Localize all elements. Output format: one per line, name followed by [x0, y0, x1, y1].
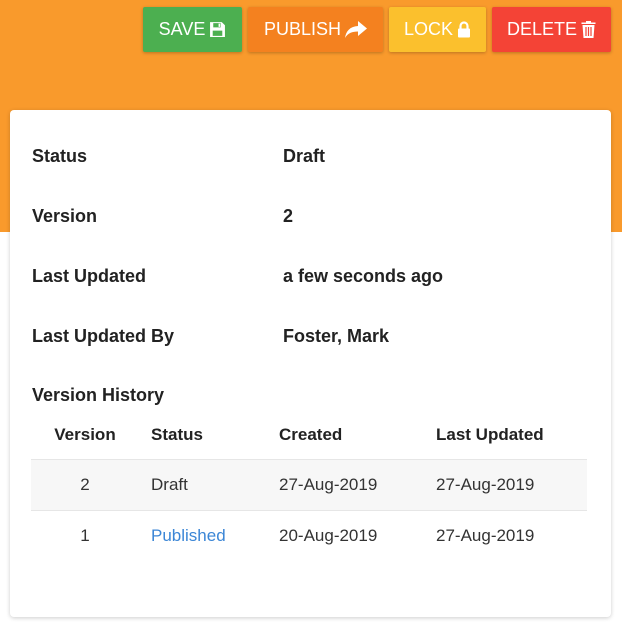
version-value: 2 [283, 206, 294, 226]
floppy-disk-icon [209, 21, 226, 38]
padlock-icon [457, 21, 471, 38]
version-label: Version [32, 206, 98, 226]
table-row: 1 Published 20-Aug-2019 27-Aug-2019 [31, 510, 587, 561]
row-created: 20-Aug-2019 [279, 526, 378, 545]
row-created: 27-Aug-2019 [279, 475, 378, 494]
share-arrow-icon [345, 20, 368, 39]
lock-label: LOCK [403, 19, 454, 39]
row-last-updated: 27-Aug-2019 [436, 475, 535, 494]
lock-button[interactable]: LOCK [389, 7, 486, 52]
last-updated-by-value: Foster, Mark [283, 326, 390, 346]
row-status-link[interactable]: Published [151, 526, 226, 546]
last-updated-label: Last Updated [32, 266, 147, 286]
save-button[interactable]: SAVE [143, 7, 242, 52]
column-header-last-updated: Last Updated [436, 425, 544, 444]
publish-label: PUBLISH [263, 19, 342, 39]
row-last-updated: 27-Aug-2019 [436, 526, 535, 545]
column-header-status: Status [151, 425, 203, 444]
status-label: Status [32, 146, 88, 166]
details-card: Status Draft Version 2 Last Updated a fe… [10, 110, 611, 617]
save-label: SAVE [158, 19, 206, 39]
publish-button[interactable]: PUBLISH [248, 7, 383, 52]
trash-icon [581, 21, 596, 38]
row-version: 1 [80, 526, 90, 545]
action-toolbar: SAVE PUBLISH LOCK DELETE [0, 7, 622, 53]
status-value: Draft [283, 146, 326, 166]
last-updated-by-label: Last Updated By [32, 326, 175, 346]
last-updated-value: a few seconds ago [283, 266, 444, 286]
version-history-title: Version History [32, 385, 165, 405]
delete-button[interactable]: DELETE [492, 7, 611, 52]
delete-label: DELETE [506, 19, 578, 39]
table-row: 2 Draft 27-Aug-2019 27-Aug-2019 [31, 459, 587, 510]
row-status: Draft [151, 475, 188, 494]
column-header-version: Version [54, 425, 116, 444]
row-version: 2 [80, 475, 90, 494]
column-header-created: Created [279, 425, 343, 444]
